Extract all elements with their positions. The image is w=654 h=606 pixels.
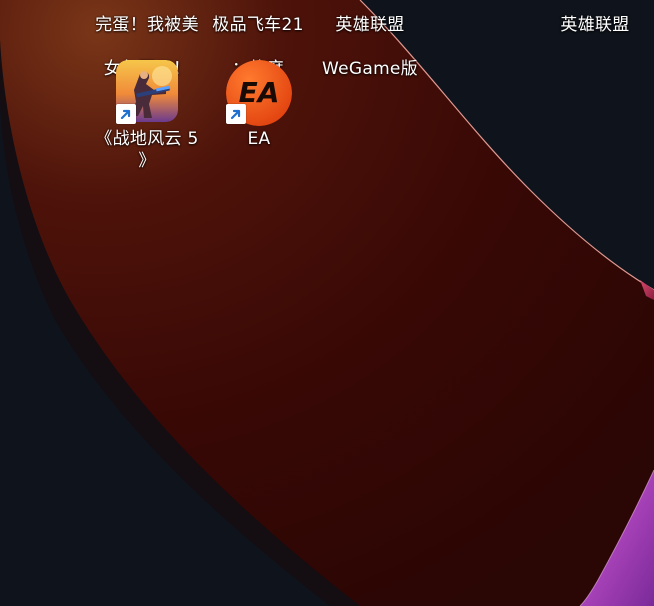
label-line: 极品飞车21 — [212, 15, 304, 35]
desktop-icon-label: 《战地风云 5 》 — [95, 129, 199, 171]
desktop: 完蛋！我被美 女包围了！ 极品飞车21 ：热度 英雄联盟 WeGame版 英雄联… — [0, 0, 654, 606]
desktop-icon-label-lol[interactable]: 英雄联盟 — [540, 0, 650, 36]
shortcut-arrow-icon — [226, 104, 246, 124]
label-line: 英雄联盟 — [560, 15, 630, 35]
desktop-icon-label-lol-wegame[interactable]: 英雄联盟 WeGame版 — [314, 0, 426, 80]
label-line: 完蛋！我被美 — [95, 15, 199, 35]
desktop-icon-label: EA — [247, 129, 271, 149]
shortcut-arrow-icon — [116, 104, 136, 124]
desktop-icon-battlefield-5[interactable]: 《战地风云 5 》 — [92, 60, 202, 180]
desktop-icon-ea[interactable]: EA EA — [204, 60, 314, 160]
label-line: WeGame版 — [322, 59, 418, 79]
label-line: 英雄联盟 — [335, 15, 405, 35]
